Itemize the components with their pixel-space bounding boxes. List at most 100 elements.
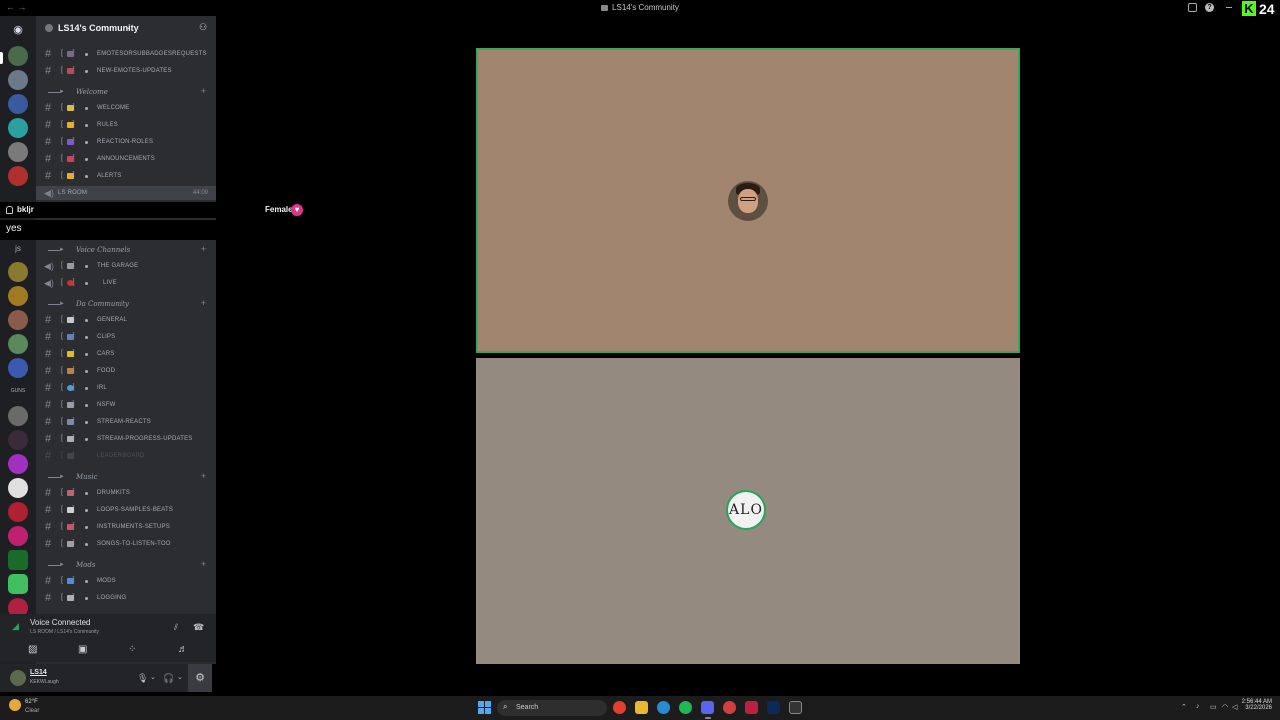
server-text-js[interactable]: js: [8, 244, 28, 253]
add-member-icon[interactable]: ⚇: [199, 22, 207, 33]
server-icon-13[interactable]: [8, 430, 28, 450]
server-icon-15[interactable]: [8, 478, 28, 498]
server-icon-14[interactable]: [8, 454, 28, 474]
user-panel-name[interactable]: LS14: [30, 669, 47, 676]
chevron-down-icon[interactable]: ⌄: [177, 673, 183, 681]
server-header[interactable]: LS14's Community ⌄ ⚇: [36, 16, 216, 40]
help-icon[interactable]: ?: [1205, 3, 1214, 12]
camera-off-icon[interactable]: ▨: [28, 644, 37, 655]
windows-start-icon[interactable]: [478, 701, 491, 714]
voice-room-ls-room[interactable]: ◀) LS ROOM 44:09: [36, 186, 216, 200]
weather-temp[interactable]: 62°F: [25, 699, 38, 705]
app-icon-red[interactable]: [723, 701, 736, 714]
terminal-icon[interactable]: [789, 701, 802, 714]
tray-mic-icon[interactable]: ♪: [1196, 703, 1200, 710]
weather-moon-icon[interactable]: [9, 699, 21, 711]
channel-row[interactable]: #[ ]rules: [36, 118, 216, 132]
channel-row[interactable]: #[ ]loops-samples-beats: [36, 503, 216, 517]
taskbar-clock[interactable]: 2:56:44 AM 3/22/2026: [1238, 699, 1272, 711]
inbox-icon[interactable]: [1188, 3, 1197, 12]
file-explorer-icon[interactable]: [635, 701, 648, 714]
channel-row[interactable]: #[ ]mods: [36, 574, 216, 588]
server-icon-17[interactable]: [8, 526, 28, 546]
wifi-icon[interactable]: ◠: [1222, 703, 1228, 711]
server-icon-4[interactable]: [8, 118, 28, 138]
channel-row[interactable]: #[ ]instruments-setups: [36, 520, 216, 534]
channel-row[interactable]: #[ ]songs-to-listen-too: [36, 537, 216, 551]
server-icon-16[interactable]: [8, 502, 28, 522]
server-icon-9[interactable]: [8, 310, 28, 330]
server-icon-18[interactable]: [8, 574, 28, 594]
participant-avatar-2[interactable]: ALO: [726, 490, 766, 530]
server-icon-2[interactable]: [8, 70, 28, 90]
volume-icon[interactable]: ◁: [1232, 703, 1237, 711]
photoshop-icon[interactable]: [767, 701, 780, 714]
channel-row[interactable]: #[ ]logging: [36, 591, 216, 605]
server-icon-5[interactable]: [8, 142, 28, 162]
server-icon-10[interactable]: [8, 334, 28, 354]
voice-status[interactable]: Voice Connected: [30, 618, 91, 627]
channel-row[interactable]: #[ ]announcements: [36, 152, 216, 166]
channel-row[interactable]: #[ ]stream-progress-updates: [36, 432, 216, 446]
channel-row[interactable]: #[ ]new-emotes-updates: [36, 64, 216, 78]
weather-condition[interactable]: Clear: [25, 708, 39, 714]
channel-row[interactable]: #[ ]drumkits: [36, 486, 216, 500]
discord-icon[interactable]: [701, 701, 714, 714]
channel-row[interactable]: #[ ]alerts: [36, 169, 216, 183]
kick-server-icon[interactable]: [8, 550, 28, 570]
server-text-guns[interactable]: GUNS: [8, 388, 28, 394]
participant-avatar-1[interactable]: [728, 181, 768, 221]
add-channel-icon[interactable]: +: [201, 86, 206, 96]
noise-suppression-icon[interactable]: ⫽: [174, 622, 178, 633]
category-da-community[interactable]: ► Da Community +: [36, 298, 216, 312]
channel-row[interactable]: #[ ]welcome: [36, 101, 216, 115]
channel-row[interactable]: #[ ]general: [36, 313, 216, 327]
channel-row[interactable]: #[ ]irl: [36, 381, 216, 395]
channel-row[interactable]: #[ ]cars: [36, 347, 216, 361]
gear-icon[interactable]: ⚙: [188, 664, 212, 692]
add-channel-icon[interactable]: +: [201, 244, 206, 254]
app-icon-a[interactable]: [745, 701, 758, 714]
server-icon-8[interactable]: [8, 286, 28, 306]
screen-share-icon[interactable]: ▣: [78, 644, 87, 655]
activities-icon[interactable]: ⁘: [128, 644, 136, 655]
headphones-icon[interactable]: 🎧: [163, 673, 174, 684]
tray-battery-icon[interactable]: ▭: [1210, 703, 1217, 711]
server-icon-11[interactable]: [8, 358, 28, 378]
channel-row[interactable]: #[ ]nsfw: [36, 398, 216, 412]
soundboard-icon[interactable]: ♬: [178, 644, 188, 655]
channel-row[interactable]: #[ ]clips: [36, 330, 216, 344]
add-channel-icon[interactable]: +: [201, 298, 206, 308]
channel-row-muted[interactable]: #[ ]leaderboard: [36, 449, 216, 463]
spotify-icon[interactable]: [679, 701, 692, 714]
video-tile-speaking[interactable]: [476, 48, 1020, 353]
server-icon-1[interactable]: [8, 46, 28, 66]
chevron-down-icon[interactable]: ⌄: [150, 673, 156, 681]
voice-channel-row[interactable]: ◀)[ ]live: [36, 276, 216, 290]
tray-chevron-icon[interactable]: ⌃: [1181, 703, 1187, 711]
disconnect-icon[interactable]: ☎: [193, 622, 204, 633]
channel-row[interactable]: #[ ]food: [36, 364, 216, 378]
channel-row[interactable]: #[ ]emotesorsubbadgesrequests: [36, 47, 216, 61]
category-voice-channels[interactable]: ► Voice Channels +: [36, 244, 216, 258]
taskbar-search[interactable]: ⌕ Search: [497, 700, 607, 716]
voice-channel-row[interactable]: ◀)[ ]the garage: [36, 259, 216, 273]
add-channel-icon[interactable]: +: [201, 471, 206, 481]
chrome-icon[interactable]: [613, 701, 626, 714]
discord-home-icon[interactable]: ◉: [8, 20, 28, 40]
microphone-icon[interactable]: 🎙: [137, 673, 148, 684]
channel-row[interactable]: #[ ]reaction-roles: [36, 135, 216, 149]
server-icon-6[interactable]: [8, 166, 28, 186]
server-icon-3[interactable]: [8, 94, 28, 114]
video-tile[interactable]: ALO: [476, 358, 1020, 664]
category-music[interactable]: ► Music +: [36, 471, 216, 485]
voice-location[interactable]: LS ROOM / LS14's Community: [30, 629, 99, 635]
server-icon-12[interactable]: [8, 406, 28, 426]
minimize-icon[interactable]: [1226, 7, 1232, 8]
category-mods[interactable]: ► Mods +: [36, 559, 216, 573]
channel-row[interactable]: #[ ]stream-reacts: [36, 415, 216, 429]
signal-icon[interactable]: ◢: [12, 621, 19, 632]
avatar[interactable]: [10, 670, 26, 686]
server-icon-7[interactable]: [8, 262, 28, 282]
category-welcome[interactable]: ► Welcome +: [36, 86, 216, 100]
